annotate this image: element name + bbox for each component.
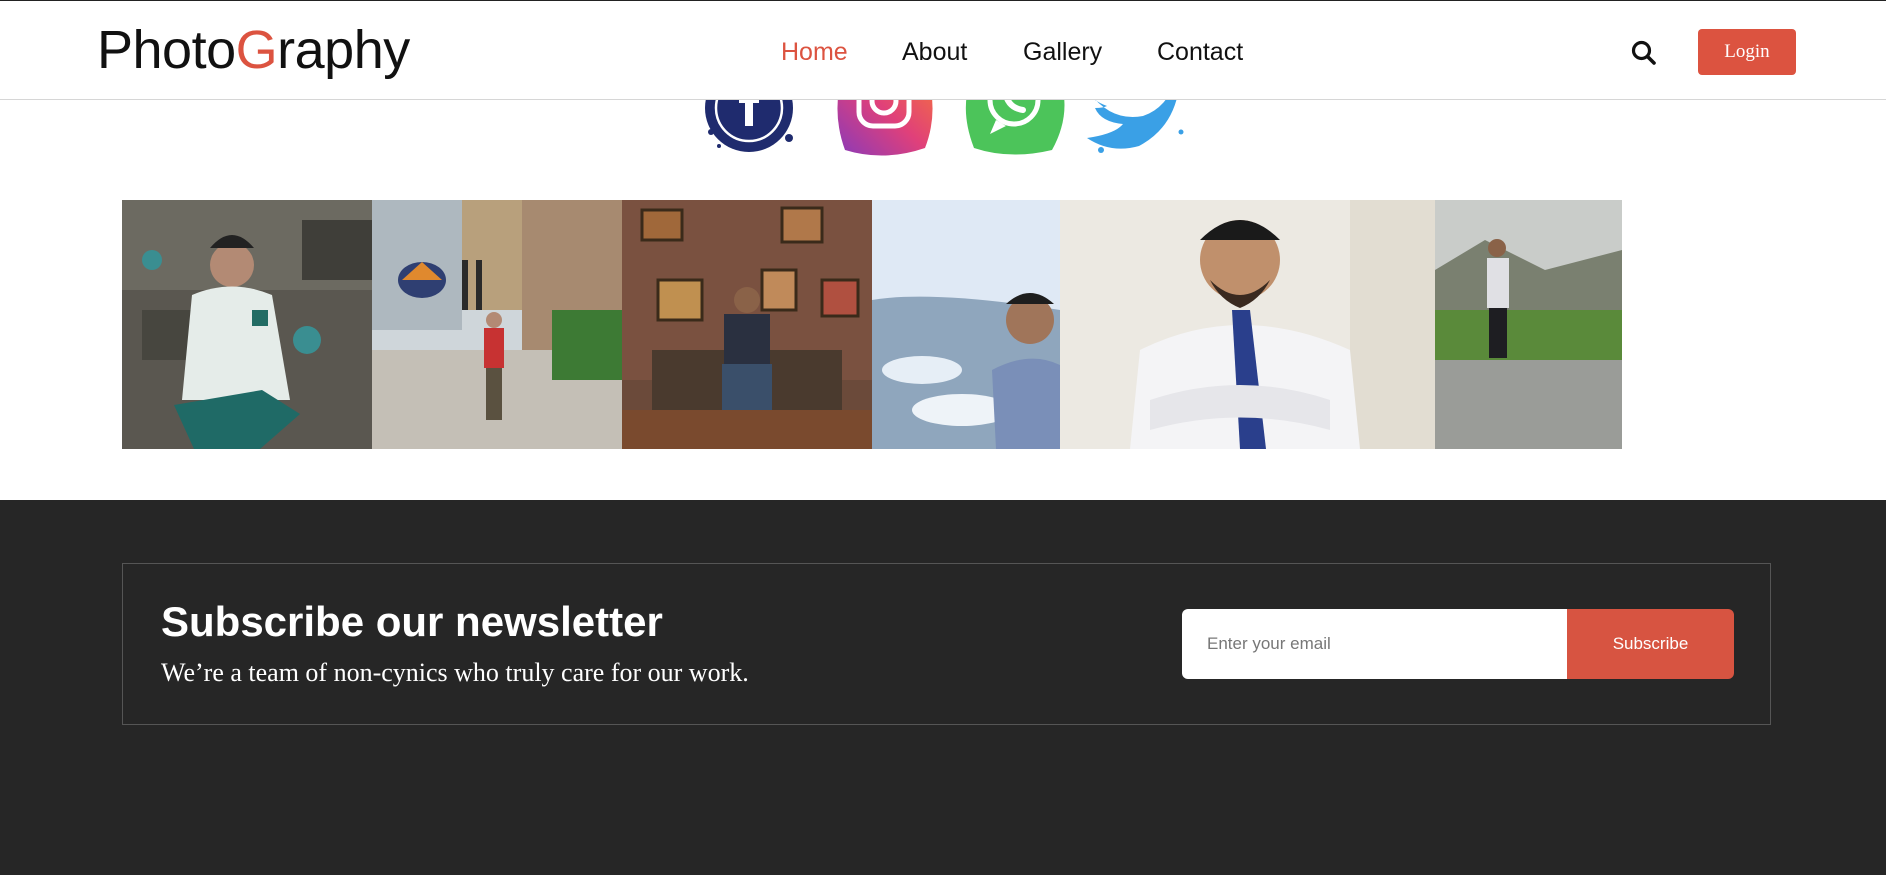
logo-text-part1: Photo (97, 20, 236, 80)
login-button[interactable]: Login (1698, 29, 1796, 75)
gallery-photo-6[interactable] (1435, 200, 1622, 449)
newsletter-title: Subscribe our newsletter (161, 598, 663, 645)
gallery-photo-4[interactable] (872, 200, 1060, 449)
gallery-photo-2[interactable] (372, 200, 622, 449)
nav-contact[interactable]: Contact (1157, 35, 1243, 69)
logo-text-part2: raphy (277, 20, 410, 80)
email-input[interactable] (1182, 609, 1567, 679)
site-footer: Subscribe our newsletter We’re a team of… (0, 500, 1886, 875)
site-logo[interactable]: PhotoGraphy (97, 19, 410, 81)
newsletter-subtitle: We’re a team of non-cynics who truly car… (161, 658, 749, 687)
photo-gallery (122, 200, 1622, 449)
search-icon[interactable] (1630, 39, 1658, 67)
gallery-photo-3[interactable] (622, 200, 872, 449)
newsletter-section: Subscribe our newsletter We’re a team of… (122, 563, 1771, 725)
nav-home[interactable]: Home (781, 35, 848, 69)
nav-gallery[interactable]: Gallery (1023, 35, 1102, 69)
nav-about[interactable]: About (902, 35, 967, 69)
gallery-photo-5[interactable] (1060, 200, 1435, 449)
subscribe-button[interactable]: Subscribe (1567, 609, 1734, 679)
logo-text-accent: G (235, 20, 278, 80)
subscribe-form: Subscribe (1182, 609, 1734, 679)
gallery-photo-1[interactable] (122, 200, 372, 449)
site-header: PhotoGraphy Home About Gallery Contact L… (0, 0, 1886, 100)
